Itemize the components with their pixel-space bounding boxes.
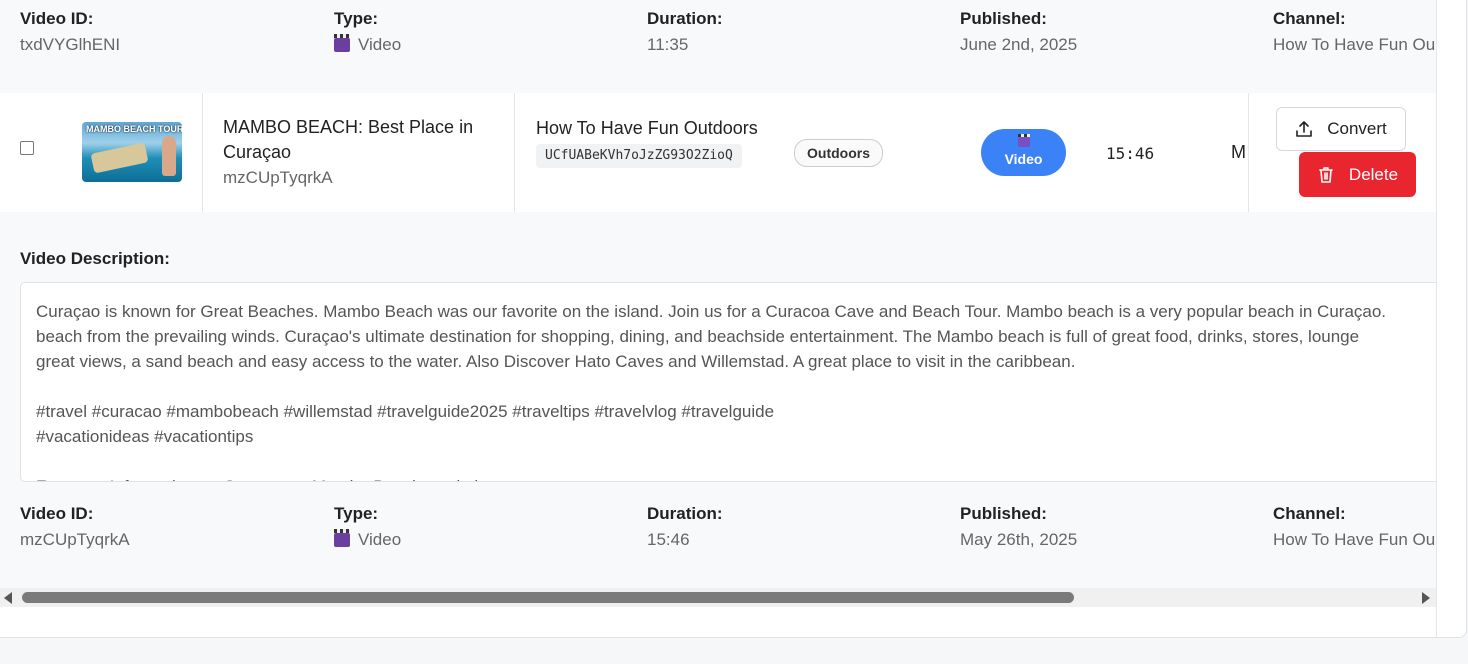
type-badge: Video: [981, 129, 1066, 176]
meta-label: Type:: [334, 9, 379, 28]
row-select-checkbox[interactable]: [20, 141, 34, 155]
meta-value: Video: [358, 530, 402, 549]
column-divider: [1248, 93, 1249, 212]
table-viewport: Video ID: txdVYGlhENI Type: Video Durati…: [0, 0, 1436, 608]
meta-label: Video ID:: [20, 504, 94, 523]
duration-cell: 15:46: [1106, 144, 1155, 163]
meta-value: May 26th, 2025: [960, 530, 1078, 549]
meta-label: Published:: [960, 504, 1047, 523]
meta-value: How To Have Fun Ou: [1273, 530, 1436, 549]
trash-icon: [1319, 166, 1333, 183]
horizontal-scrollbar[interactable]: [0, 588, 1436, 607]
meta-published: Published: May 26th, 2025: [960, 504, 1077, 550]
video-meta-bottom: Video ID: mzCUpTyqrkA Type: Video Durati…: [0, 482, 1436, 588]
description-section: Video Description: Curaçao is known for …: [0, 212, 1436, 482]
channel-cell: How To Have Fun Outdoors UCfUABeKVh7oJzZ…: [536, 116, 766, 168]
meta-value: mzCUpTyqrkA: [20, 530, 130, 549]
meta-value: How To Have Fun Ou: [1273, 35, 1436, 54]
meta-label: Channel:: [1273, 9, 1346, 28]
meta-duration: Duration: 15:46: [647, 504, 723, 550]
meta-type: Type: Video: [334, 504, 401, 550]
channel-id-badge: UCfUABeKVh7oJzZG93O2ZioQ: [536, 144, 742, 168]
clapperboard-icon: [1017, 134, 1030, 147]
meta-type-value: Video: [334, 34, 402, 55]
convert-button[interactable]: Convert: [1276, 107, 1406, 151]
meta-label: Channel:: [1273, 504, 1346, 523]
meta-value: 15:46: [647, 530, 690, 549]
scrollbar-thumb[interactable]: [22, 592, 1074, 603]
title-cell: MAMBO BEACH: Best Place in Curaçao mzCUp…: [223, 115, 493, 190]
meta-published: Published: June 2nd, 2025: [960, 9, 1077, 55]
channel-name[interactable]: How To Have Fun Outdoors: [536, 116, 766, 141]
delete-button[interactable]: Delete: [1299, 152, 1416, 197]
meta-label: Duration:: [647, 9, 723, 28]
thumbnail-person: [162, 136, 176, 176]
description-label: Video Description:: [20, 249, 170, 268]
scroll-left-icon[interactable]: [4, 592, 12, 604]
scroll-right-icon[interactable]: [1422, 592, 1430, 604]
meta-type: Type: Video: [334, 9, 401, 55]
meta-value: Video: [358, 35, 402, 54]
meta-channel: Channel: How To Have Fun Ou: [1273, 504, 1435, 550]
meta-value: June 2nd, 2025: [960, 35, 1078, 54]
delete-label: Delete: [1348, 164, 1399, 184]
column-divider: [514, 93, 515, 212]
meta-label: Published:: [960, 9, 1047, 28]
column-divider: [202, 93, 203, 212]
thumbnail-text: MAMBO BEACH TOUR!: [86, 124, 182, 134]
table-row[interactable]: MAMBO BEACH TOUR! MAMBO BEACH: Best Plac…: [0, 93, 1436, 212]
meta-video-id: Video ID: txdVYGlhENI: [20, 9, 120, 55]
meta-type-value: Video: [334, 529, 402, 550]
meta-video-id: Video ID: mzCUpTyqrkA: [20, 504, 130, 550]
type-badge-label: Video: [1004, 151, 1043, 167]
video-id: mzCUpTyqrkA: [223, 168, 333, 187]
video-thumbnail[interactable]: MAMBO BEACH TOUR!: [82, 122, 182, 182]
video-title[interactable]: MAMBO BEACH: Best Place in Curaçao: [223, 115, 493, 165]
meta-value: 11:35: [647, 35, 689, 54]
thumbnail-beach: [90, 142, 149, 174]
description-textarea[interactable]: Curaçao is known for Great Beaches. Mamb…: [20, 282, 1436, 482]
truncated-cell: M: [1231, 142, 1246, 162]
meta-label: Video ID:: [20, 9, 94, 28]
meta-channel: Channel: How To Have Fun Ou: [1273, 9, 1435, 55]
upload-icon: [1296, 121, 1313, 137]
meta-duration: Duration: 11:35: [647, 9, 723, 55]
clapperboard-icon: [334, 529, 350, 547]
meta-label: Duration:: [647, 504, 723, 523]
meta-label: Type:: [334, 504, 379, 523]
category-tag: Outdoors: [794, 139, 883, 167]
video-meta-top: Video ID: txdVYGlhENI Type: Video Durati…: [0, 0, 1436, 93]
video-list-card: Video ID: txdVYGlhENI Type: Video Durati…: [0, 0, 1467, 638]
clapperboard-icon: [334, 34, 350, 52]
vertical-scroll-gutter: [1436, 0, 1466, 637]
meta-value: txdVYGlhENI: [20, 35, 121, 54]
convert-label: Convert: [1327, 119, 1387, 138]
